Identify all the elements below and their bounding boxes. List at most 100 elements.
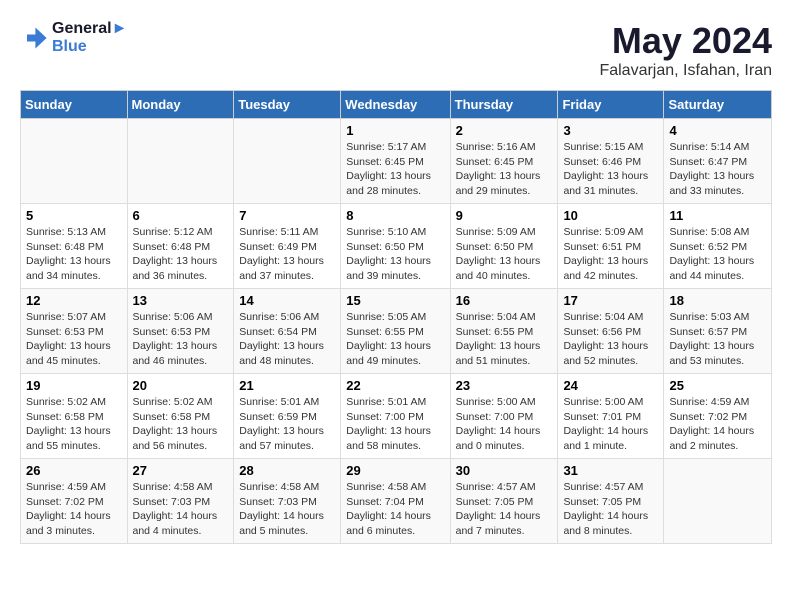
day-number: 5 [26,208,122,223]
day-number: 17 [563,293,658,308]
day-number: 23 [456,378,553,393]
day-number: 1 [346,123,444,138]
day-number: 9 [456,208,553,223]
day-number: 22 [346,378,444,393]
day-info: Sunrise: 5:09 AM Sunset: 6:50 PM Dayligh… [456,225,553,284]
day-info: Sunrise: 5:16 AM Sunset: 6:45 PM Dayligh… [456,140,553,199]
day-info: Sunrise: 5:06 AM Sunset: 6:54 PM Dayligh… [239,310,335,369]
day-number: 12 [26,293,122,308]
calendar-cell: 20Sunrise: 5:02 AM Sunset: 6:58 PM Dayli… [127,374,234,459]
day-number: 24 [563,378,658,393]
calendar-cell: 21 Sunrise: 5:01 AM Sunset: 6:59 PM Dayli… [234,374,341,459]
calendar-cell: 11 Sunrise: 5:08 AM Sunset: 6:52 PM Dayli… [664,204,772,289]
day-info: Sunrise: 5:05 AM Sunset: 6:55 PM Dayligh… [346,310,444,369]
day-info: Sunrise: 5:02 AM Sunset: 6:58 PM Dayligh… [26,395,122,454]
week-row-4: 19 Sunrise: 5:02 AM Sunset: 6:58 PM Dayli… [21,374,772,459]
day-number: 21 [239,378,335,393]
day-info: Sunrise: 5:03 AM Sunset: 6:57 PM Dayligh… [669,310,766,369]
calendar-cell: 29 Sunrise: 4:58 AM Sunset: 7:04 PM Dayli… [341,459,450,544]
day-number: 31 [563,463,658,478]
calendar-cell: 3Sunrise: 5:15 AM Sunset: 6:46 PM Daylig… [558,119,664,204]
day-info: Sunrise: 4:58 AM Sunset: 7:03 PM Dayligh… [239,480,335,539]
calendar-cell: 4 Sunrise: 5:14 AM Sunset: 6:47 PM Daylig… [664,119,772,204]
day-number: 29 [346,463,444,478]
day-info: Sunrise: 5:13 AM Sunset: 6:48 PM Dayligh… [26,225,122,284]
weekday-header-wednesday: Wednesday [341,91,450,119]
weekday-header-monday: Monday [127,91,234,119]
week-row-5: 26 Sunrise: 4:59 AM Sunset: 7:02 PM Dayli… [21,459,772,544]
calendar-cell: 19 Sunrise: 5:02 AM Sunset: 6:58 PM Dayli… [21,374,128,459]
calendar-cell: 23 Sunrise: 5:00 AM Sunset: 7:00 PM Dayli… [450,374,558,459]
calendar-cell: 6Sunrise: 5:12 AM Sunset: 6:48 PM Daylig… [127,204,234,289]
day-info: Sunrise: 5:08 AM Sunset: 6:52 PM Dayligh… [669,225,766,284]
calendar-cell: 12 Sunrise: 5:07 AM Sunset: 6:53 PM Dayli… [21,289,128,374]
day-info: Sunrise: 5:09 AM Sunset: 6:51 PM Dayligh… [563,225,658,284]
weekday-header-saturday: Saturday [664,91,772,119]
week-row-2: 5 Sunrise: 5:13 AM Sunset: 6:48 PM Daylig… [21,204,772,289]
calendar-cell: 28Sunrise: 4:58 AM Sunset: 7:03 PM Dayli… [234,459,341,544]
calendar-cell: 27 Sunrise: 4:58 AM Sunset: 7:03 PM Dayli… [127,459,234,544]
calendar-cell [21,119,128,204]
day-info: Sunrise: 5:01 AM Sunset: 7:00 PM Dayligh… [346,395,444,454]
calendar-cell: 7 Sunrise: 5:11 AM Sunset: 6:49 PM Daylig… [234,204,341,289]
day-number: 3 [563,123,658,138]
week-row-3: 12 Sunrise: 5:07 AM Sunset: 6:53 PM Dayli… [21,289,772,374]
day-info: Sunrise: 5:00 AM Sunset: 7:00 PM Dayligh… [456,395,553,454]
day-number: 27 [133,463,229,478]
calendar-cell: 13 Sunrise: 5:06 AM Sunset: 6:53 PM Dayli… [127,289,234,374]
day-info: Sunrise: 5:14 AM Sunset: 6:47 PM Dayligh… [669,140,766,199]
weekday-header-row: SundayMondayTuesdayWednesdayThursdayFrid… [21,91,772,119]
calendar-cell: 9 Sunrise: 5:09 AM Sunset: 6:50 PM Daylig… [450,204,558,289]
calendar-cell: 14 Sunrise: 5:06 AM Sunset: 6:54 PM Dayli… [234,289,341,374]
calendar-cell [234,119,341,204]
calendar-cell: 18 Sunrise: 5:03 AM Sunset: 6:57 PM Dayli… [664,289,772,374]
day-number: 7 [239,208,335,223]
day-info: Sunrise: 5:02 AM Sunset: 6:58 PM Dayligh… [133,395,229,454]
day-info: Sunrise: 5:11 AM Sunset: 6:49 PM Dayligh… [239,225,335,284]
logo-icon [20,24,48,52]
day-info: Sunrise: 4:58 AM Sunset: 7:04 PM Dayligh… [346,480,444,539]
calendar-cell: 1 Sunrise: 5:17 AM Sunset: 6:45 PM Daylig… [341,119,450,204]
calendar-cell: 5 Sunrise: 5:13 AM Sunset: 6:48 PM Daylig… [21,204,128,289]
day-number: 8 [346,208,444,223]
day-number: 13 [133,293,229,308]
calendar-cell [664,459,772,544]
day-number: 26 [26,463,122,478]
day-info: Sunrise: 4:59 AM Sunset: 7:02 PM Dayligh… [26,480,122,539]
day-info: Sunrise: 4:59 AM Sunset: 7:02 PM Dayligh… [669,395,766,454]
day-info: Sunrise: 5:17 AM Sunset: 6:45 PM Dayligh… [346,140,444,199]
day-number: 14 [239,293,335,308]
day-number: 19 [26,378,122,393]
calendar-cell: 10 Sunrise: 5:09 AM Sunset: 6:51 PM Dayli… [558,204,664,289]
day-number: 2 [456,123,553,138]
day-number: 10 [563,208,658,223]
day-number: 18 [669,293,766,308]
logo: General► Blue [20,20,127,56]
calendar-cell: 16 Sunrise: 5:04 AM Sunset: 6:55 PM Dayli… [450,289,558,374]
day-number: 4 [669,123,766,138]
day-number: 11 [669,208,766,223]
weekday-header-thursday: Thursday [450,91,558,119]
weekday-header-sunday: Sunday [21,91,128,119]
day-number: 15 [346,293,444,308]
month-title: May 2024 [599,20,772,62]
day-info: Sunrise: 5:07 AM Sunset: 6:53 PM Dayligh… [26,310,122,369]
page-header: General► Blue May 2024 Falavarjan, Isfah… [20,20,772,80]
calendar-cell: 24Sunrise: 5:00 AM Sunset: 7:01 PM Dayli… [558,374,664,459]
weekday-header-tuesday: Tuesday [234,91,341,119]
calendar-cell: 15 Sunrise: 5:05 AM Sunset: 6:55 PM Dayli… [341,289,450,374]
calendar-cell: 31Sunrise: 4:57 AM Sunset: 7:05 PM Dayli… [558,459,664,544]
day-info: Sunrise: 4:58 AM Sunset: 7:03 PM Dayligh… [133,480,229,539]
day-info: Sunrise: 5:04 AM Sunset: 6:55 PM Dayligh… [456,310,553,369]
day-info: Sunrise: 5:01 AM Sunset: 6:59 PM Dayligh… [239,395,335,454]
day-info: Sunrise: 5:10 AM Sunset: 6:50 PM Dayligh… [346,225,444,284]
day-info: Sunrise: 5:12 AM Sunset: 6:48 PM Dayligh… [133,225,229,284]
calendar-cell: 26 Sunrise: 4:59 AM Sunset: 7:02 PM Dayli… [21,459,128,544]
day-info: Sunrise: 5:06 AM Sunset: 6:53 PM Dayligh… [133,310,229,369]
calendar-cell: 17 Sunrise: 5:04 AM Sunset: 6:56 PM Dayli… [558,289,664,374]
day-number: 30 [456,463,553,478]
calendar-table: SundayMondayTuesdayWednesdayThursdayFrid… [20,90,772,544]
calendar-cell [127,119,234,204]
day-number: 16 [456,293,553,308]
day-info: Sunrise: 5:04 AM Sunset: 6:56 PM Dayligh… [563,310,658,369]
